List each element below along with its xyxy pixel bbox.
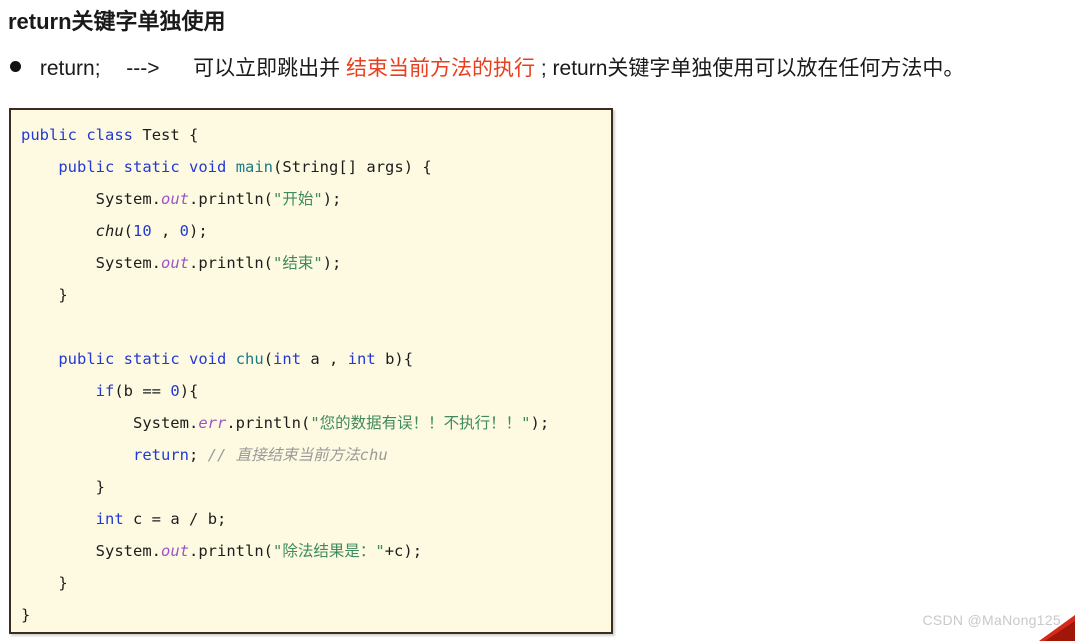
code-line: System.out.println("结束"); [95,254,342,272]
bullet-text-before-highlight: 可以立即跳出并 [193,57,341,80]
code-line: System.out.println("开始"); [95,190,342,208]
code-line: } [21,286,68,304]
code-line: public class Test { [21,126,199,144]
code-line: return; // 直接结束当前方法chu [132,446,388,464]
code-line: chu(10 , 0); [95,222,208,240]
corner-mark-shadow [1045,621,1075,641]
code-block: public class Test { public static void m… [9,108,613,634]
bullet-keyword: return; [39,57,101,80]
code-line: System.out.println("除法结果是："+c); [95,542,423,560]
code-line: } [21,478,105,496]
bullet-arrow: ---> [126,57,160,80]
bullet-text-after-highlight: ; return关键字单独使用可以放在任何方法中。 [540,57,965,80]
code-line: System.err.println("您的数据有误！！不执行！！"); [132,414,550,432]
code-line: if(b == 0){ [95,382,199,400]
page-title: return关键字单独使用 [8,9,226,34]
bullet-dot-icon [10,61,21,72]
code-line: public static void main(String[] args) { [58,158,432,176]
code-line: int c = a / b; [95,510,227,528]
code-listing: public class Test { public static void m… [21,119,611,631]
code-line: } [21,606,31,624]
bullet-paragraph: return; ---> 可以立即跳出并 结束当前方法的执行 ; return关… [10,58,964,79]
code-line: } [21,574,68,592]
bullet-highlight-text: 结束当前方法的执行 [346,57,536,80]
corner-mark-icon [1039,615,1075,641]
code-line: public static void chu(int a , int b){ [58,350,414,368]
